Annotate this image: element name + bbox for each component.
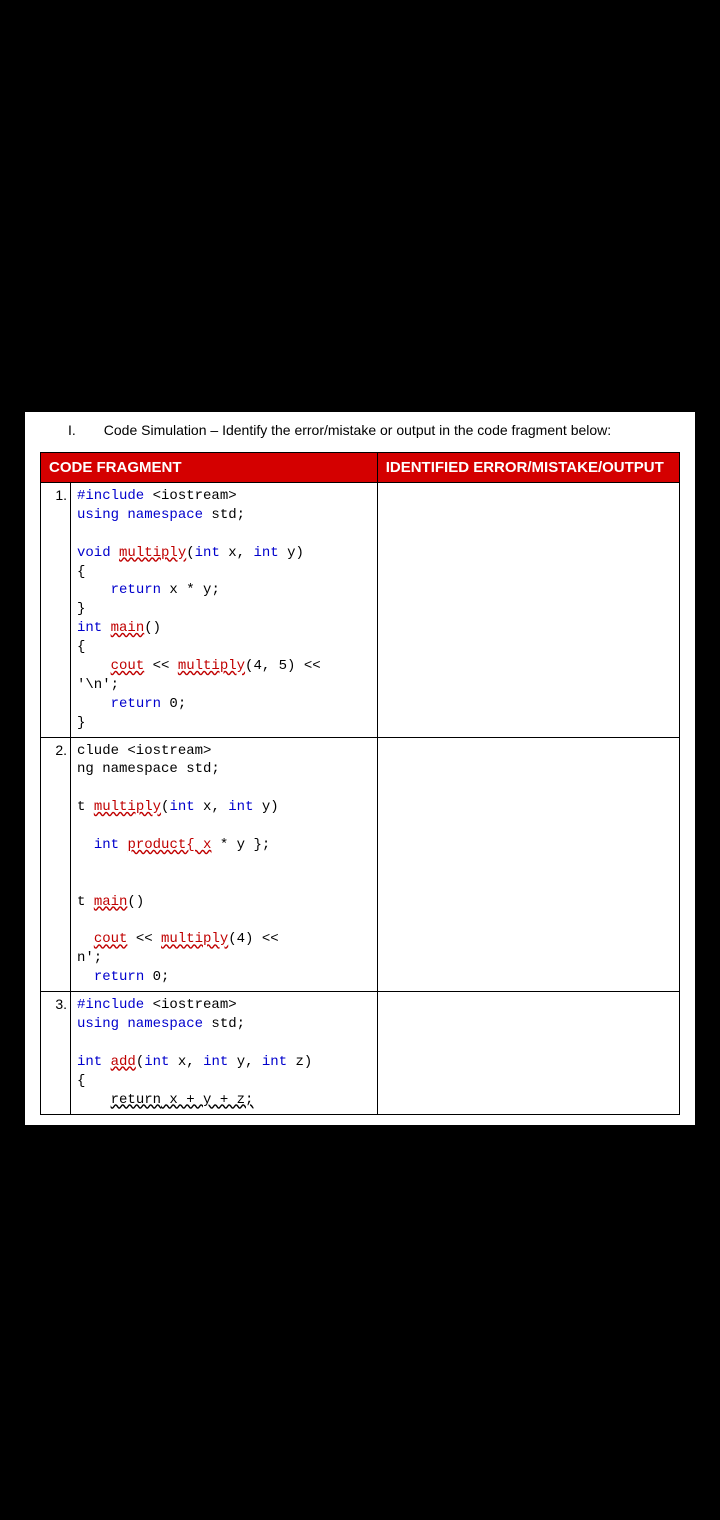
header-output: IDENTIFIED ERROR/MISTAKE/OUTPUT <box>377 453 679 483</box>
row-num: 3. <box>41 992 71 1114</box>
code-fragment: clude <iostream> ng namespace std; t mul… <box>71 737 378 992</box>
row-num: 2. <box>41 737 71 992</box>
instruction-text: Code Simulation – Identify the error/mis… <box>104 422 611 438</box>
table-row: 3. #include <iostream> using namespace s… <box>41 992 680 1114</box>
instruction: I. Code Simulation – Identify the error/… <box>40 422 680 438</box>
row-num: 1. <box>41 483 71 738</box>
answer-cell[interactable] <box>377 992 679 1114</box>
header-codefrag: CODE FRAGMENT <box>41 453 378 483</box>
table-row: 2. clude <iostream> ng namespace std; t … <box>41 737 680 992</box>
instruction-roman: I. <box>68 422 76 438</box>
code-table: CODE FRAGMENT IDENTIFIED ERROR/MISTAKE/O… <box>40 452 680 1115</box>
document-page: I. Code Simulation – Identify the error/… <box>25 412 695 1125</box>
code-fragment: #include <iostream> using namespace std;… <box>71 992 378 1114</box>
answer-cell[interactable] <box>377 483 679 738</box>
code-fragment: #include <iostream> using namespace std;… <box>71 483 378 738</box>
answer-cell[interactable] <box>377 737 679 992</box>
table-row: 1. #include <iostream> using namespace s… <box>41 483 680 738</box>
